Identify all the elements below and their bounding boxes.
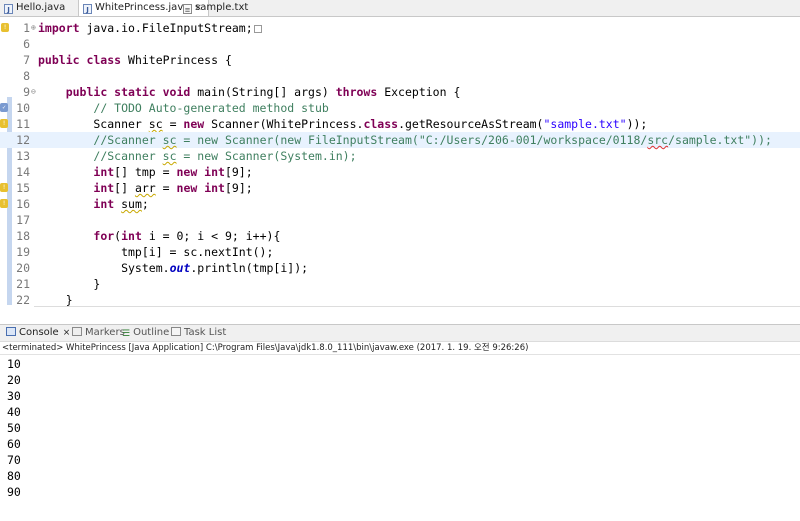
warning-icon: ! xyxy=(1,23,9,32)
outline-icon: ☰ xyxy=(122,329,131,339)
code-text: int[] arr = new int[9]; xyxy=(93,181,253,195)
line-number: 15 xyxy=(16,181,30,195)
code-line[interactable]: 14 int[] tmp = new int[9]; xyxy=(0,164,800,180)
code-text: tmp[i] = sc.nextInt(); xyxy=(38,245,274,259)
fold-collapse-icon[interactable]: ⊖ xyxy=(31,84,36,100)
tab-label: Hello.java xyxy=(16,2,66,13)
close-icon[interactable]: ⨯ xyxy=(63,328,71,338)
line-number: 17 xyxy=(16,213,30,227)
text-file-icon: ≡ xyxy=(183,4,192,14)
code-line[interactable]: 22 } xyxy=(0,292,800,307)
tab-label: Outline xyxy=(133,327,170,338)
code-text: int sum; xyxy=(93,197,149,211)
code-line[interactable]: 17 xyxy=(0,212,800,228)
warning-icon: ! xyxy=(0,183,8,192)
java-file-icon: J xyxy=(4,4,13,14)
console-line: 60 xyxy=(7,437,21,451)
code-line[interactable]: 8 xyxy=(0,68,800,84)
code-line[interactable]: ! 15 int[] arr = new int[9]; xyxy=(0,180,800,196)
tab-sample-txt[interactable]: ≡ sample.txt xyxy=(183,0,248,16)
line-number: 21 xyxy=(16,277,30,291)
code-line[interactable]: 21 } xyxy=(0,276,800,292)
warning-icon: ! xyxy=(0,119,8,128)
tab-label: sample.txt xyxy=(195,2,249,13)
panel-tab-bar: Console ⨯ Markers ☰ Outline Task List xyxy=(0,324,800,342)
java-file-icon: J xyxy=(83,4,92,14)
tab-outline[interactable]: ☰ Outline xyxy=(122,325,169,341)
code-editor[interactable]: ! 1 ⊕ import java.io.FileInputStream; 6 7 pu… xyxy=(0,17,800,307)
editor-tab-bar: J Hello.java J WhitePrincess.java ⨯ ≡ sample… xyxy=(0,0,800,17)
code-line[interactable]: 7 public class WhitePrincess { xyxy=(0,52,800,68)
console-line: 40 xyxy=(7,405,21,419)
code-line[interactable]: ! 11 Scanner sc = new Scanner(WhitePrince… xyxy=(0,116,800,132)
code-line[interactable]: 13 //Scanner sc = new Scanner(System.in)… xyxy=(0,148,800,164)
console-status: <terminated> WhitePrincess [Java Applica… xyxy=(2,343,529,353)
code-text: public static void main(String[] args) t… xyxy=(65,85,461,99)
console-line: 80 xyxy=(7,469,21,483)
code-line[interactable]: 9 ⊖ public static void main(String[] args… xyxy=(0,84,800,100)
console-line: 10 xyxy=(7,357,21,371)
scroll-left-icon[interactable]: ◂ xyxy=(37,305,41,307)
fold-expand-icon[interactable]: ⊕ xyxy=(31,20,36,36)
line-number: 11 xyxy=(16,117,30,131)
line-number: 18 xyxy=(16,229,30,243)
code-text: //Scanner sc = new Scanner(System.in); xyxy=(93,149,357,163)
warning-icon: ! xyxy=(0,199,8,208)
code-line[interactable]: 6 xyxy=(0,36,800,52)
line-number: 13 xyxy=(16,149,30,163)
console-output[interactable]: 10 20 30 40 50 60 70 80 90 xyxy=(0,354,800,521)
tab-task-list[interactable]: Task List xyxy=(171,325,226,341)
line-number: 10 xyxy=(16,101,30,115)
code-line[interactable]: 20 System.out.println(tmp[i]); xyxy=(0,260,800,276)
code-text: System.out.println(tmp[i]); xyxy=(38,261,309,275)
line-number: 6 xyxy=(23,37,30,51)
tab-hello-java[interactable]: J Hello.java xyxy=(4,0,65,16)
code-text: int[] tmp = new int[9]; xyxy=(93,165,253,179)
console-line: 70 xyxy=(7,453,21,467)
line-number: 9 xyxy=(23,85,30,99)
code-line[interactable]: 19 tmp[i] = sc.nextInt(); xyxy=(0,244,800,260)
code-text: for(int i = 0; i < 9; i++){ xyxy=(93,229,281,243)
line-number: 22 xyxy=(16,293,30,307)
code-text: } xyxy=(38,293,73,307)
code-text: } xyxy=(38,277,101,291)
tab-markers[interactable]: Markers xyxy=(72,325,125,341)
markers-icon xyxy=(72,327,82,336)
code-text: Scanner sc = new Scanner(WhitePrincess.c… xyxy=(38,117,648,131)
code-line[interactable]: ✓ 10 // TODO Auto-generated method stub xyxy=(0,100,800,116)
line-number: 14 xyxy=(16,165,30,179)
console-line: 50 xyxy=(7,421,21,435)
line-number: 7 xyxy=(23,53,30,67)
tab-label: Console xyxy=(19,327,59,338)
code-text: import java.io.FileInputStream; xyxy=(38,20,262,36)
line-number: 12 xyxy=(16,133,30,147)
console-line: 20 xyxy=(7,373,21,387)
tab-console[interactable]: Console ⨯ xyxy=(6,325,70,341)
task-icon: ✓ xyxy=(0,103,8,112)
line-number: 8 xyxy=(23,69,30,83)
code-line[interactable]: 18 for(int i = 0; i < 9; i++){ xyxy=(0,228,800,244)
line-number: 16 xyxy=(16,197,30,211)
console-line: 30 xyxy=(7,389,21,403)
console-line: 90 xyxy=(7,485,21,499)
tab-label: Markers xyxy=(85,327,125,338)
code-text: // TODO Auto-generated method stub xyxy=(93,101,329,115)
code-line[interactable]: ! 16 int sum; xyxy=(0,196,800,212)
tab-label: WhitePrincess.java xyxy=(95,2,190,13)
task-list-icon xyxy=(171,327,181,336)
line-number: 19 xyxy=(16,245,30,259)
console-icon xyxy=(6,327,16,336)
tab-label: Task List xyxy=(184,327,227,338)
horizontal-scrollbar[interactable]: ◂ xyxy=(34,305,800,307)
code-line-current[interactable]: 12 //Scanner sc = new Scanner(new FileIn… xyxy=(0,132,800,148)
line-number: 20 xyxy=(16,261,30,275)
line-number: 1 xyxy=(23,21,30,35)
code-text: //Scanner sc = new Scanner(new FileInput… xyxy=(93,133,772,147)
code-text: public class WhitePrincess { xyxy=(38,53,232,67)
code-line[interactable]: ! 1 ⊕ import java.io.FileInputStream; xyxy=(0,20,800,36)
